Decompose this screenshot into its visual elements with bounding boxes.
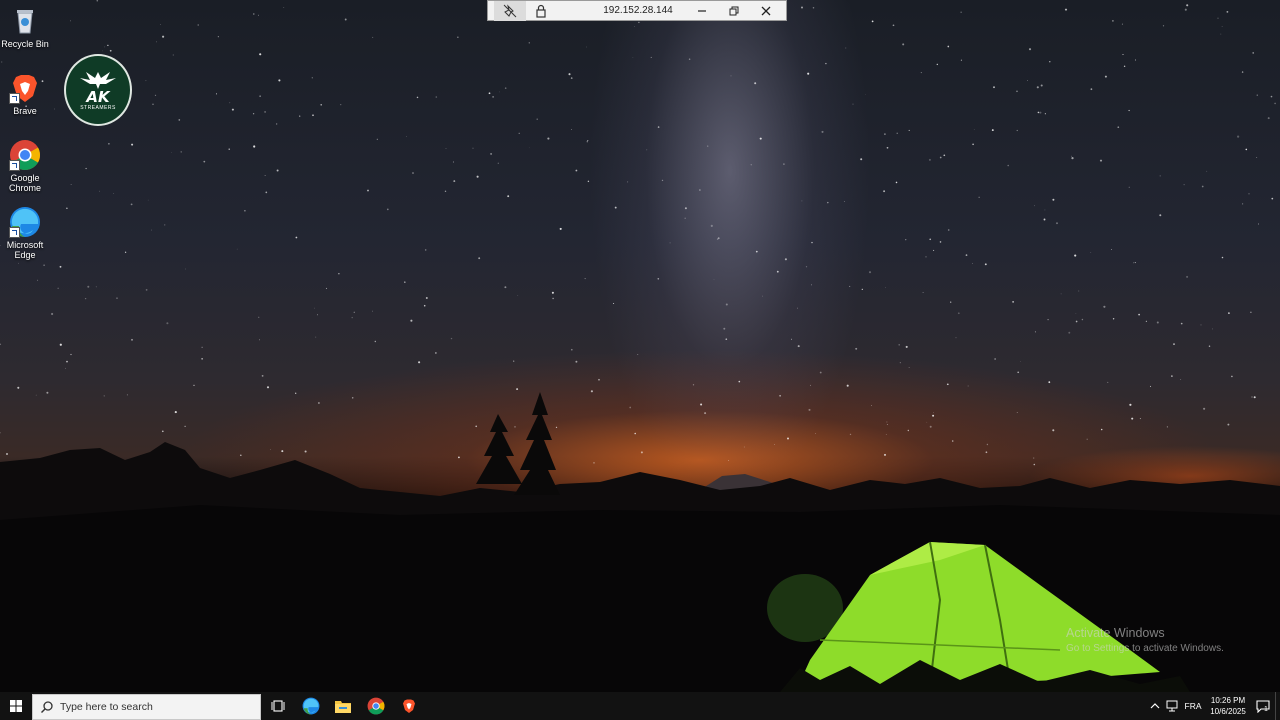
start-button[interactable]	[0, 692, 32, 720]
close-icon	[761, 6, 771, 16]
search-icon	[41, 701, 53, 713]
edge-icon	[9, 206, 41, 238]
logo-main-text: AK	[86, 88, 110, 106]
brave-icon	[403, 699, 415, 713]
chevron-up-icon	[1150, 703, 1160, 709]
clock-date: 10/6/2025	[1210, 707, 1246, 716]
minimize-icon	[698, 10, 706, 12]
windows-logo-icon	[10, 700, 22, 712]
close-button[interactable]	[750, 1, 782, 21]
desktop-icon-brave[interactable]: Brave	[0, 72, 50, 116]
taskbar-file-explorer[interactable]	[327, 692, 359, 720]
remote-host-address: 192.152.28.144	[603, 5, 673, 16]
desktop-icon-chrome[interactable]: Google Chrome	[0, 139, 50, 193]
taskbar-brave[interactable]	[393, 692, 425, 720]
taskbar-search-box[interactable]: Type here to search	[32, 694, 261, 720]
file-explorer-icon	[335, 701, 351, 713]
network-icon	[1166, 700, 1178, 712]
clock[interactable]: 10:26 PM 10/6/2025	[1206, 692, 1250, 720]
taskbar-chrome[interactable]	[360, 692, 392, 720]
show-hidden-icons-button[interactable]	[1148, 692, 1162, 720]
activate-windows-watermark: Activate Windows Go to Settings to activ…	[1066, 626, 1224, 654]
phoenix-logo-icon	[80, 72, 116, 89]
recycle-bin-icon	[9, 5, 41, 37]
logo-sub-text: STREAMERS	[80, 105, 116, 111]
task-view-icon	[271, 700, 285, 712]
notification-center-button[interactable]: 1	[1252, 692, 1274, 720]
remote-connection-bar: 192.152.28.144	[487, 0, 787, 21]
desktop-icon-label: Microsoft Edge	[6, 240, 44, 260]
clock-time: 10:26 PM	[1210, 696, 1246, 705]
restore-button[interactable]	[718, 1, 750, 21]
search-placeholder: Type here to search	[60, 701, 153, 713]
pin-icon	[503, 4, 517, 18]
wallpaper-landscape	[0, 392, 1280, 692]
activate-title: Activate Windows	[1066, 626, 1165, 640]
notification-count: 1	[1264, 706, 1268, 713]
desktop-icon-recycle-bin[interactable]: Recycle Bin	[0, 5, 50, 49]
desktop-icon-label: Google Chrome	[8, 173, 41, 193]
activate-subtitle: Go to Settings to activate Windows.	[1066, 643, 1224, 654]
desktop: Recycle Bin Brave Google Chrome Microsof…	[0, 0, 1280, 692]
pin-button[interactable]	[494, 1, 526, 21]
minimize-button[interactable]	[686, 1, 718, 21]
chrome-icon	[367, 697, 385, 715]
chrome-icon	[9, 139, 41, 171]
taskbar-edge[interactable]	[295, 692, 327, 720]
brave-icon	[9, 72, 41, 104]
restore-icon	[729, 6, 739, 16]
lock-icon	[536, 4, 546, 18]
network-button[interactable]	[1164, 692, 1180, 720]
desktop-icon-label: Brave	[13, 106, 37, 116]
show-desktop-button[interactable]	[1275, 692, 1280, 720]
language-indicator[interactable]: FRA	[1180, 692, 1206, 720]
desktop-icon-label: Recycle Bin	[1, 39, 49, 49]
desktop-icon-edge[interactable]: Microsoft Edge	[0, 206, 50, 260]
taskbar: Type here to search FRA 10:26 PM 10/6/20…	[0, 692, 1280, 720]
task-view-button[interactable]	[262, 692, 294, 720]
ak-streamers-logo[interactable]: AK STREAMERS	[64, 54, 132, 126]
edge-icon	[302, 697, 320, 715]
system-tray: FRA 10:26 PM 10/6/2025 1	[1140, 692, 1280, 720]
